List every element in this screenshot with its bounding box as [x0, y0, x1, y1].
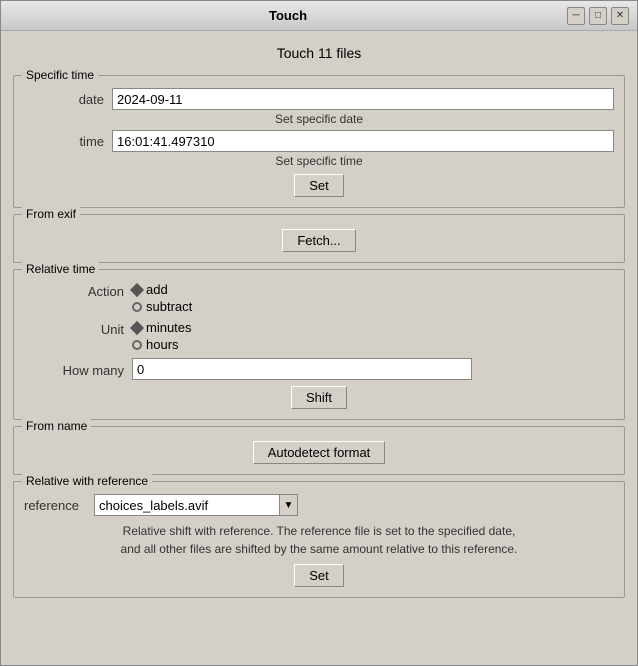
hours-label: hours [146, 337, 179, 352]
action-row: Action add subtract [24, 282, 614, 314]
autodetect-button[interactable]: Autodetect format [253, 441, 386, 464]
time-label: time [24, 134, 104, 149]
title-bar: Touch ─ □ ✕ [1, 1, 637, 31]
relative-with-reference-label: Relative with reference [22, 474, 152, 488]
unit-radio-group: minutes hours [132, 320, 192, 352]
how-many-label: How many [24, 361, 124, 378]
unit-minutes-item[interactable]: minutes [132, 320, 192, 335]
time-row: time [24, 130, 614, 152]
relative-with-reference-group: Relative with reference reference ▼ Rela… [13, 481, 625, 598]
unit-hours-item[interactable]: hours [132, 337, 192, 352]
action-radio-group: add subtract [132, 282, 192, 314]
from-name-group: From name Autodetect format [13, 426, 625, 475]
from-exif-label: From exif [22, 207, 80, 221]
shift-button[interactable]: Shift [291, 386, 347, 409]
window-controls: ─ □ ✕ [567, 7, 629, 25]
date-hint: Set specific date [24, 112, 614, 126]
reference-select-wrapper: ▼ [94, 494, 298, 516]
specific-time-set-button[interactable]: Set [294, 174, 344, 197]
date-label: date [24, 92, 104, 107]
specific-time-group: Specific time date Set specific date tim… [13, 75, 625, 208]
subtract-label: subtract [146, 299, 192, 314]
hours-radio-icon [132, 340, 142, 350]
date-input[interactable] [112, 88, 614, 110]
maximize-button[interactable]: □ [589, 7, 607, 25]
specific-time-label: Specific time [22, 68, 98, 82]
reference-select[interactable] [94, 494, 280, 516]
reference-set-button[interactable]: Set [294, 564, 344, 587]
from-name-label: From name [22, 419, 91, 433]
relative-time-group: Relative time Action add subtract Unit [13, 269, 625, 420]
add-radio-icon [130, 282, 144, 296]
subtract-radio-icon [132, 302, 142, 312]
reference-description: Relative shift with reference. The refer… [24, 522, 614, 558]
fetch-button[interactable]: Fetch... [282, 229, 355, 252]
close-button[interactable]: ✕ [611, 7, 629, 25]
reference-row: reference ▼ [24, 494, 614, 516]
time-hint: Set specific time [24, 154, 614, 168]
how-many-row: How many [24, 358, 614, 380]
autodetect-row: Autodetect format [24, 441, 614, 464]
from-exif-group: From exif Fetch... [13, 214, 625, 263]
fetch-row: Fetch... [24, 229, 614, 252]
action-subtract-item[interactable]: subtract [132, 299, 192, 314]
relative-time-label: Relative time [22, 262, 99, 276]
window-title: Touch [9, 8, 567, 23]
add-label: add [146, 282, 168, 297]
minutes-radio-icon [130, 320, 144, 334]
window-content: Touch 11 files Specific time date Set sp… [1, 31, 637, 665]
specific-time-set-row: Set [24, 174, 614, 197]
minimize-button[interactable]: ─ [567, 7, 585, 25]
page-title: Touch 11 files [13, 41, 625, 69]
unit-label: Unit [24, 320, 124, 337]
action-label: Action [24, 282, 124, 299]
action-add-item[interactable]: add [132, 282, 192, 297]
date-row: date [24, 88, 614, 110]
how-many-input[interactable] [132, 358, 472, 380]
unit-row: Unit minutes hours [24, 320, 614, 352]
time-input[interactable] [112, 130, 614, 152]
window: Touch ─ □ ✕ Touch 11 files Specific time… [0, 0, 638, 666]
reference-set-row: Set [24, 564, 614, 587]
reference-label: reference [24, 498, 94, 513]
shift-row: Shift [24, 386, 614, 409]
reference-dropdown-icon[interactable]: ▼ [280, 494, 298, 516]
minutes-label: minutes [146, 320, 192, 335]
